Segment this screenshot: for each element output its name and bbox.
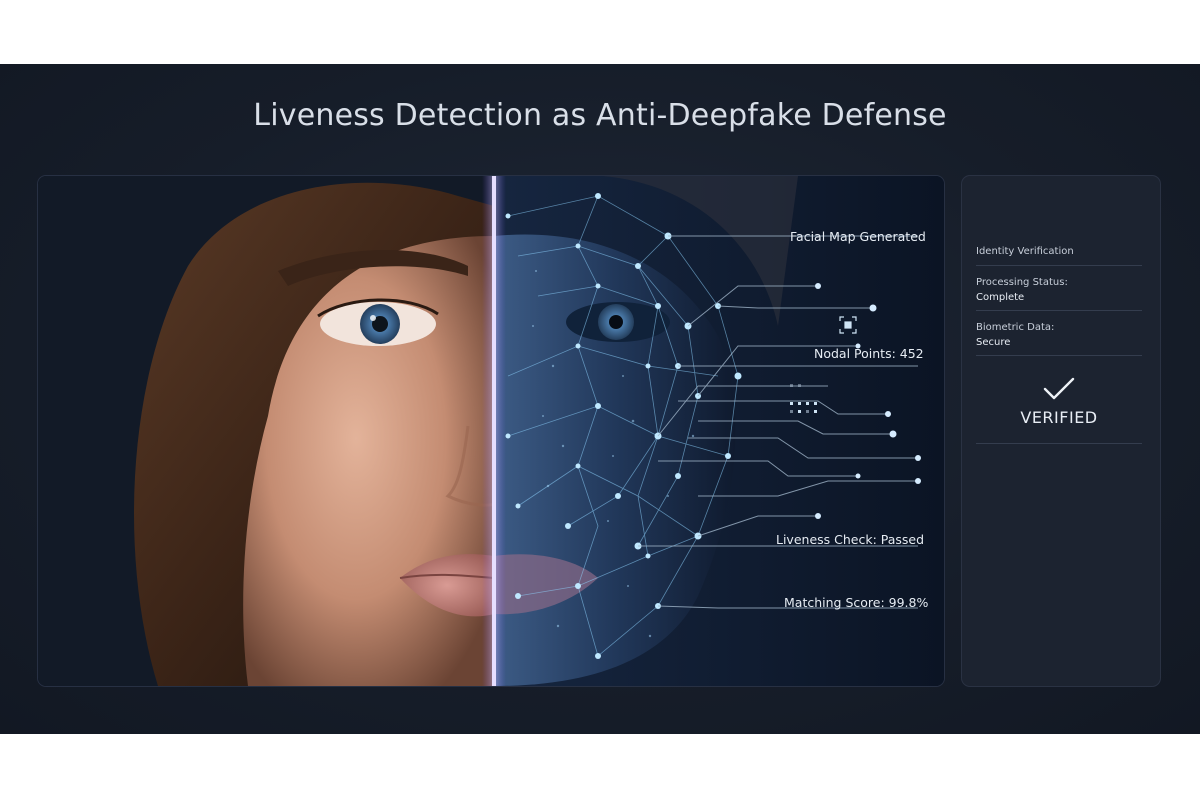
callout-matching-score: Matching Score: 99.8% — [784, 595, 929, 610]
processing-status-value: Complete — [976, 292, 1025, 303]
scan-line — [492, 176, 496, 686]
callout-facial-map: Facial Map Generated — [790, 229, 926, 244]
identity-verification-label: Identity Verification — [976, 246, 1074, 257]
callout-nodal-points: Nodal Points: 452 — [814, 346, 924, 361]
biometric-data-row: Biometric Data: Secure — [976, 320, 1142, 356]
biometric-data-value: Secure — [976, 337, 1011, 348]
processing-status-row: Processing Status: Complete — [976, 275, 1142, 311]
banner: Liveness Detection as Anti-Deepfake Defe… — [0, 64, 1200, 734]
biometric-data-label: Biometric Data: — [976, 322, 1055, 333]
identity-verification-row: Identity Verification — [976, 244, 1142, 266]
verified-status: VERIFIED — [976, 366, 1142, 444]
page-title: Liveness Detection as Anti-Deepfake Defe… — [253, 98, 947, 133]
face-scan-visual: Facial Map Generated Nodal Points: 452 L… — [38, 176, 944, 686]
callout-liveness-check: Liveness Check: Passed — [776, 532, 925, 547]
verification-status-panel: Identity Verification Processing Status:… — [962, 176, 1160, 686]
processing-status-label: Processing Status: — [976, 277, 1068, 288]
checkmark-icon — [1043, 377, 1075, 400]
verified-label: VERIFIED — [1020, 408, 1098, 427]
